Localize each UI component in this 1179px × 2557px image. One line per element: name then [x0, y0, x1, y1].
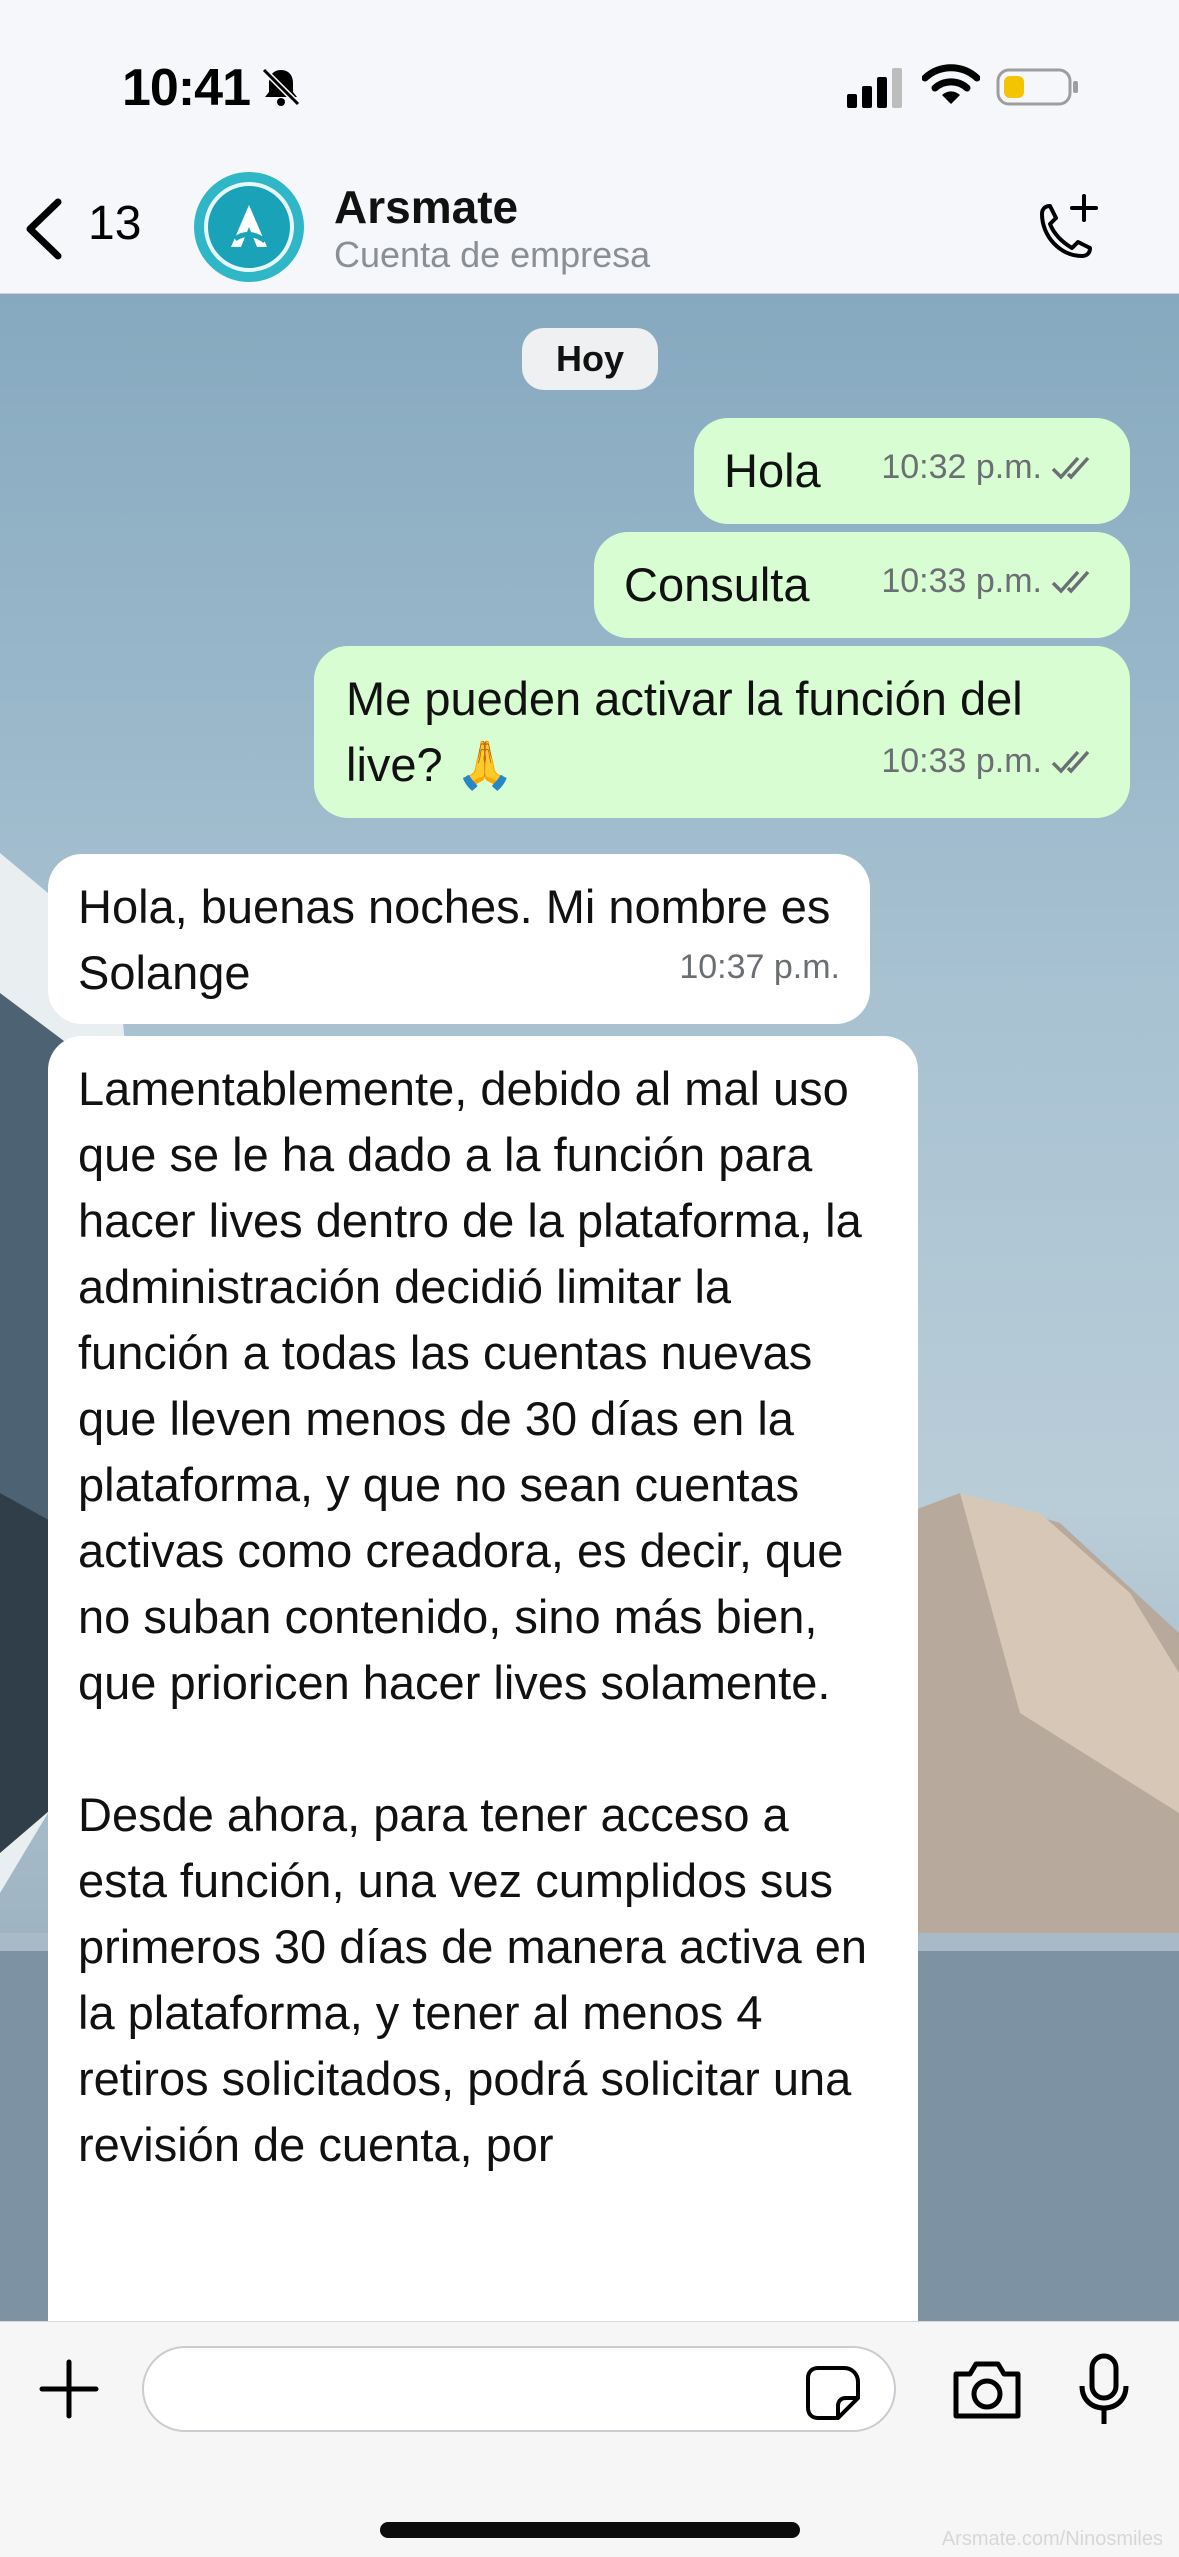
outgoing-message[interactable]: Consulta 10:33 p.m. — [594, 532, 1130, 638]
cellular-signal-icon — [847, 68, 902, 108]
camera-icon[interactable] — [950, 2356, 1024, 2422]
message-text: Consulta — [624, 558, 810, 611]
date-divider: Hoy — [522, 328, 658, 390]
message-text: Hola — [724, 444, 821, 497]
message-time: 10:33 p.m. — [881, 562, 1042, 600]
microphone-icon[interactable] — [1074, 2352, 1134, 2428]
sticker-icon[interactable] — [804, 2364, 862, 2422]
unread-count[interactable]: 13 — [88, 196, 141, 251]
watermark-text: Arsmate.com/Ninosmiles — [941, 2528, 1163, 2550]
message-time: 10:32 p.m. — [881, 448, 1042, 486]
add-call-icon[interactable] — [1028, 190, 1100, 270]
read-receipt-icon — [1051, 570, 1090, 594]
chat-header: 10:41 13 Arsmate Cuenta de empresa — [0, 0, 1179, 294]
bell-muted-icon — [261, 67, 301, 107]
incoming-message[interactable]: Hola, buenas noches. Mi nombre es Solang… — [48, 854, 870, 1024]
contact-subtitle: Cuenta de empresa — [334, 234, 651, 275]
wifi-icon — [922, 64, 980, 104]
status-time: 10:41 — [122, 59, 251, 117]
read-receipt-icon — [1051, 750, 1090, 774]
read-receipt-icon — [1051, 456, 1090, 480]
incoming-message[interactable]: Lamentablemente, debido al mal uso que s… — [48, 1036, 918, 2356]
home-indicator[interactable] — [380, 2522, 800, 2538]
contact-avatar[interactable] — [194, 172, 304, 282]
outgoing-message[interactable]: Me pueden activar la función del live? 🙏… — [314, 646, 1130, 818]
message-composer: Arsmate.com/Ninosmiles — [0, 2321, 1179, 2557]
back-chevron-icon[interactable] — [20, 196, 68, 262]
message-time: 10:37 p.m. — [679, 948, 840, 986]
outgoing-message[interactable]: Hola 10:32 p.m. — [694, 418, 1130, 524]
message-time: 10:33 p.m. — [881, 742, 1042, 780]
battery-icon — [996, 68, 1078, 106]
plus-icon[interactable] — [36, 2356, 102, 2422]
message-text: Lamentablemente, debido al mal uso que s… — [78, 1062, 867, 2171]
contact-name[interactable]: Arsmate — [334, 180, 518, 234]
arsmate-logo-icon — [231, 205, 267, 247]
message-input[interactable] — [142, 2346, 896, 2432]
